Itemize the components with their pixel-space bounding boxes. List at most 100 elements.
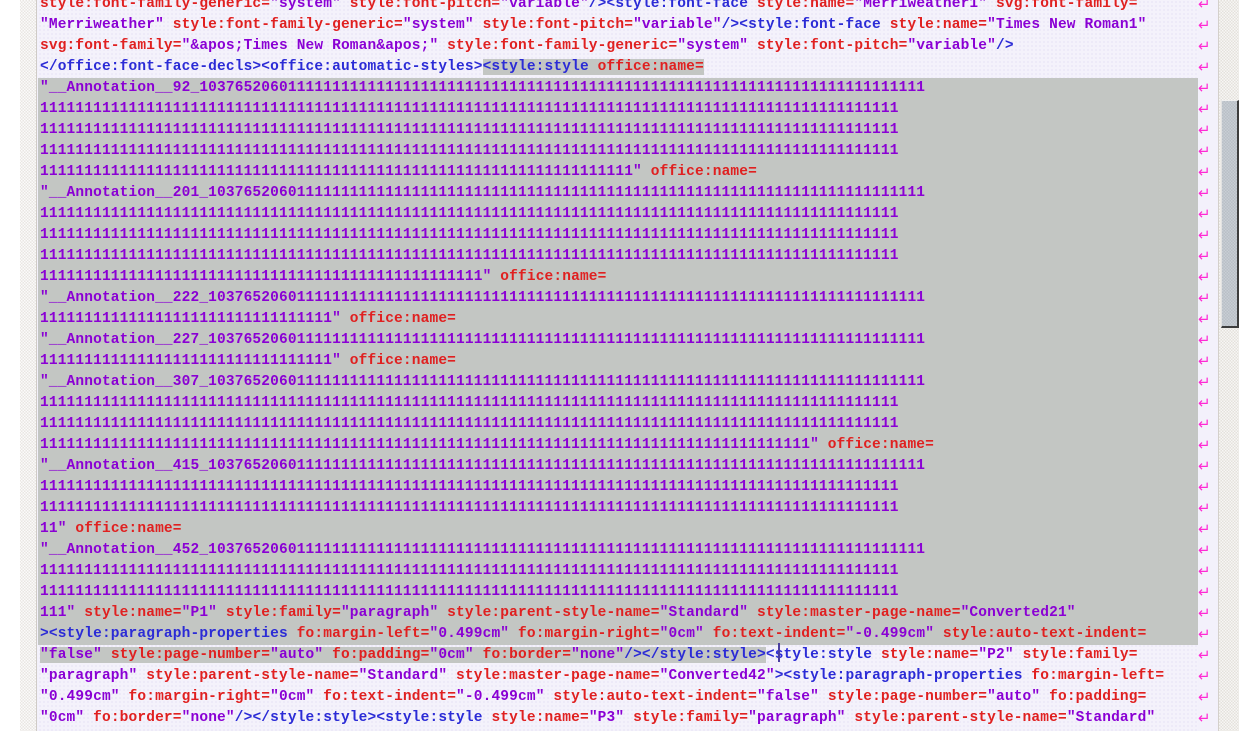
code-line[interactable]: 1111111111111111111111111111111111111111…: [40, 582, 899, 603]
code-token-val: "__Annotation__452_103765206011111111111…: [40, 542, 926, 558]
code-token-val: 1111111111111111111111111111111111111111…: [40, 143, 899, 159]
carriage-return-mark-icon: ↵: [1198, 0, 1211, 13]
code-line[interactable]: ><style:paragraph-properties fo:margin-l…: [40, 624, 1146, 645]
code-token-val: "Merriweather1": [854, 0, 988, 12]
code-text-area[interactable]: style:font-family-generic= "system" style…: [38, 0, 1198, 731]
code-line[interactable]: </office:font-face-decls><office:automat…: [40, 57, 1124, 78]
code-token-attr: fo:text-indent=: [703, 626, 846, 642]
code-token-val: "Times New Roman1": [987, 17, 1147, 33]
vertical-scrollbar[interactable]: [1218, 0, 1239, 731]
code-token-val: "false": [40, 647, 102, 663]
code-line[interactable]: 1111111111111111111111111111111111111111…: [40, 120, 899, 141]
code-line[interactable]: "__Annotation__222_103765206011111111111…: [40, 288, 925, 309]
code-line[interactable]: 111" style:name="P1" style:family="parag…: [40, 603, 1076, 624]
code-token-attr: office:name=: [340, 353, 457, 369]
code-line[interactable]: 1111111111111111111111111111111111111111…: [40, 246, 899, 267]
carriage-return-mark-icon: ↵: [1198, 688, 1211, 706]
code-line[interactable]: "paragraph" style:parent-style-name="Sta…: [40, 666, 1164, 687]
xml-source-editor-window[interactable]: style:font-family-generic= "system" style…: [0, 0, 1239, 731]
code-token-val: "P2": [978, 647, 1014, 663]
carriage-return-mark-icon: ↵: [1198, 646, 1211, 664]
code-token-tag: ><style:paragraph-properties: [40, 626, 297, 642]
carriage-return-mark-icon: ↵: [1198, 16, 1211, 34]
code-line[interactable]: "false" style:page-number="auto" fo:padd…: [40, 645, 1138, 666]
carriage-return-mark-icon: ↵: [1198, 226, 1211, 244]
code-token-val: "paragraph": [40, 668, 138, 684]
carriage-return-mark-icon: ↵: [1198, 184, 1211, 202]
code-line[interactable]: 1111111111111111111111111111111111111111…: [40, 225, 899, 246]
code-line[interactable]: 11" office:name=: [40, 519, 182, 540]
code-token-val: "__Annotation__307_103765206011111111111…: [40, 374, 926, 390]
code-token-attr: office:name=: [597, 59, 704, 75]
code-token-attr: style:name=: [75, 605, 182, 621]
code-line[interactable]: 1111111111111111111111111111111111111111…: [40, 435, 934, 456]
code-line[interactable]: svg:font-family="&apos;Times New Roman&a…: [40, 36, 1014, 57]
code-line[interactable]: "__Annotation__201_103765206011111111111…: [40, 183, 925, 204]
code-token-val: "-0.499cm": [456, 689, 545, 705]
code-line[interactable]: "__Annotation__307_103765206011111111111…: [40, 372, 925, 393]
code-line[interactable]: 1111111111111111111111111111111111111111…: [40, 141, 899, 162]
code-line[interactable]: "__Annotation__452_103765206011111111111…: [40, 540, 925, 561]
code-line[interactable]: style:font-family-generic="system" style…: [40, 0, 1138, 15]
code-line[interactable]: "__Annotation__227_103765206011111111111…: [40, 330, 925, 351]
carriage-return-mark-icon: ↵: [1198, 604, 1211, 622]
code-token-attr: fo:border=: [84, 710, 182, 726]
code-token-attr: style:family=: [1013, 647, 1138, 663]
code-token-attr: office:name=: [66, 521, 182, 537]
code-token-attr: fo:padding=: [1040, 689, 1147, 705]
code-line[interactable]: 1111111111111111111111111111111111111111…: [40, 99, 899, 120]
left-gutter-page-edge: [0, 0, 20, 731]
code-token-attr: style:name=: [880, 647, 979, 663]
code-token-val: 1111111111111111111111111111111111111111…: [40, 500, 899, 516]
code-line[interactable]: 1111111111111111111111111111111111111111…: [40, 162, 757, 183]
code-token-tag: /></style:style>: [624, 647, 766, 663]
code-line[interactable]: 1111111111111111111111111111111111111111…: [40, 498, 899, 519]
code-token-attr: style:parent-style-name=: [438, 605, 660, 621]
code-line[interactable]: 1111111111111111111111111111111111111111…: [40, 393, 899, 414]
code-token-attr: style:family=: [624, 710, 749, 726]
selection-highlight: [38, 519, 1198, 540]
code-line[interactable]: 1111111111111111111111111111111111111111…: [40, 267, 607, 288]
code-line[interactable]: 111111111111111111111111111111111" offic…: [40, 351, 456, 372]
code-token-val: 1111111111111111111111111111111111111111…: [40, 584, 899, 600]
code-token-val: 111": [40, 605, 76, 621]
code-token-val: 1111111111111111111111111111111111111111…: [40, 395, 899, 411]
code-line[interactable]: 1111111111111111111111111111111111111111…: [40, 204, 899, 225]
code-token-attr: style:master-page-name=: [447, 668, 660, 684]
carriage-return-mark-icon: ↵: [1198, 58, 1211, 76]
code-line[interactable]: 1111111111111111111111111111111111111111…: [40, 414, 899, 435]
carriage-return-mark-icon: ↵: [1198, 268, 1211, 286]
code-token-val: 1111111111111111111111111111111111111111…: [40, 269, 492, 285]
code-line[interactable]: "__Annotation__92_1037652060111111111111…: [40, 78, 925, 99]
carriage-return-mark-icon: ↵: [1198, 310, 1211, 328]
code-token-tag: /><style:font-face: [721, 17, 890, 33]
code-token-val: 1111111111111111111111111111111111111111…: [40, 479, 899, 495]
code-line[interactable]: 1111111111111111111111111111111111111111…: [40, 477, 899, 498]
code-line[interactable]: 111111111111111111111111111111111" offic…: [40, 309, 456, 330]
code-token-attr: style:parent-style-name=: [845, 710, 1067, 726]
code-token-tag: />: [995, 38, 1014, 54]
code-token-val: 1111111111111111111111111111111111111111…: [40, 416, 899, 432]
carriage-return-mark-icon: ↵: [1198, 373, 1211, 391]
vertical-scrollbar-thumb[interactable]: [1221, 100, 1239, 328]
code-token-val: "0cm": [659, 626, 704, 642]
code-token-attr: fo:margin-right=: [509, 626, 660, 642]
code-token-val: 1111111111111111111111111111111111111111…: [40, 206, 899, 222]
code-token-attr: style:font-family-generic=: [40, 0, 271, 12]
code-line[interactable]: "0cm" fo:border="none"/></style:style><s…: [40, 708, 1155, 729]
code-token-val: "variable": [633, 17, 722, 33]
code-line[interactable]: "__Annotation__415_103765206011111111111…: [40, 456, 925, 477]
carriage-return-mark-icon: ↵: [1198, 667, 1211, 685]
code-token-attr: office:name=: [340, 311, 457, 327]
code-token-val: "system": [402, 17, 474, 33]
code-token-attr: fo:text-indent=: [314, 689, 457, 705]
code-token-val: "P3": [588, 710, 625, 726]
carriage-return-mark-icon: ↵: [1198, 394, 1211, 412]
carriage-return-mark-icon: ↵: [1198, 499, 1211, 517]
code-line[interactable]: 1111111111111111111111111111111111111111…: [40, 561, 899, 582]
code-line[interactable]: "Merriweather" style:font-family-generic…: [40, 15, 1146, 36]
code-line[interactable]: "0.499cm" fo:margin-right="0cm" fo:text-…: [40, 687, 1146, 708]
code-token-tag: /><style:font-face: [588, 0, 757, 12]
code-token-val: 111111111111111111111111111111111": [40, 311, 341, 327]
code-token-attr: fo:margin-left=: [296, 626, 430, 642]
